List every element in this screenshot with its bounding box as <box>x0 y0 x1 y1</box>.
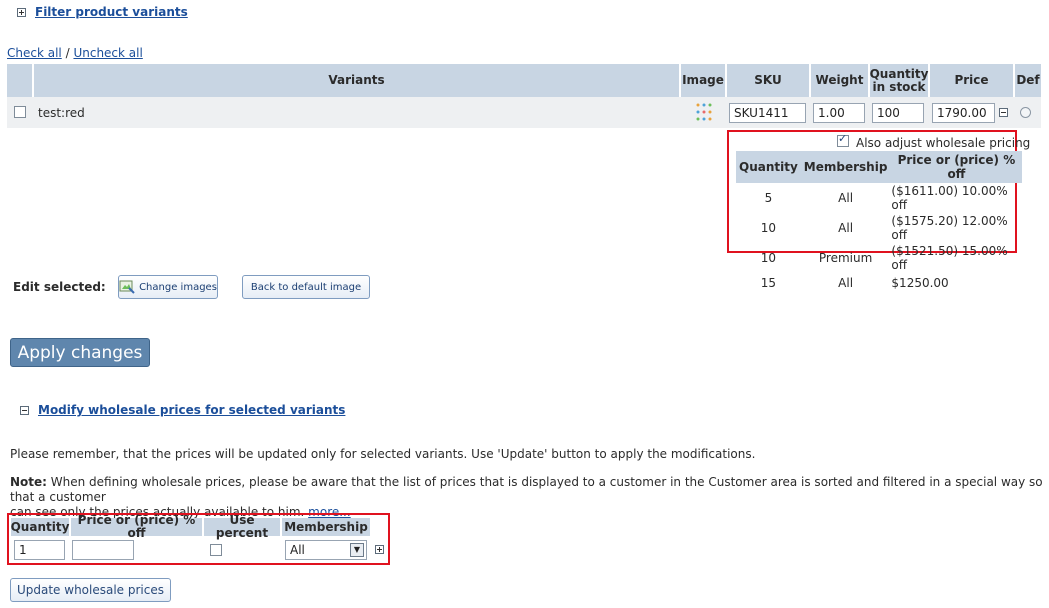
apply-changes-label: Apply changes <box>17 342 143 363</box>
apply-changes-button[interactable]: Apply changes <box>10 338 150 367</box>
update-wholesale-label: Update wholesale prices <box>16 583 164 597</box>
use-percent-header: Use percent <box>204 514 280 540</box>
sku-header: SKU <box>727 64 809 97</box>
image-edit-icon <box>119 280 135 294</box>
preview-price: ($1575.20) 12.00% off <box>891 214 1008 242</box>
product-thumbnail-icon[interactable] <box>692 101 716 125</box>
preview-price: $1250.00 <box>891 275 949 290</box>
separator: / <box>65 46 70 60</box>
preview-membership: All <box>838 191 854 205</box>
sku-input[interactable]: SKU1411 <box>729 103 806 123</box>
variant-name: test:red <box>38 106 85 120</box>
preview-qty: 15 <box>760 275 777 290</box>
preview-qty: 5 <box>764 191 773 205</box>
new-price-header: Price or (price) % off <box>71 514 202 540</box>
change-images-label: Change images <box>139 281 217 293</box>
table-row: 10 Premium ($1521.50) 15.00% off <box>736 243 1022 273</box>
table-row: 15 All $1250.00 <box>736 273 1022 292</box>
preview-membership: All <box>838 275 854 290</box>
quantity-header: Quantity in stock <box>870 64 928 97</box>
new-quantity-input[interactable]: 1 <box>14 540 65 560</box>
adjust-wholesale-checkbox[interactable] <box>837 132 849 147</box>
check-all-link[interactable]: Check all <box>7 46 62 60</box>
wholesale-preview-table: Quantity Membership Price or (price) % o… <box>736 151 1023 292</box>
weight-header: Weight <box>811 64 868 97</box>
back-to-default-label: Back to default image <box>250 281 362 293</box>
change-images-button[interactable]: Change images <box>118 275 218 299</box>
preview-qty: 10 <box>760 221 777 235</box>
weight-input[interactable]: 1.00 <box>813 103 865 123</box>
quantity-header-line1: Quantity <box>869 66 929 81</box>
filter-variants-link[interactable]: Filter product variants <box>35 5 188 19</box>
adjust-wholesale-label: Also adjust wholesale pricing <box>856 136 1031 150</box>
preview-qty: 10 <box>760 251 777 265</box>
reminder-text: Please remember, that the prices will be… <box>10 447 756 461</box>
preview-price-header: Price or (price) % off <box>890 151 1023 183</box>
edit-selected-label: Edit selected: <box>13 280 106 294</box>
select-column-header <box>7 64 32 97</box>
note-label: Note: <box>10 475 47 489</box>
preview-membership: All <box>838 221 854 235</box>
preview-quantity-header: Quantity <box>736 151 801 183</box>
chevron-down-icon[interactable]: ▼ <box>350 543 364 557</box>
membership-selected-value: All <box>290 543 305 557</box>
preview-price: ($1611.00) 10.00% off <box>891 184 1008 212</box>
modify-wholesale-link[interactable]: Modify wholesale prices for selected var… <box>38 403 345 417</box>
new-quantity-header: Quantity <box>11 518 69 536</box>
price-input[interactable]: 1790.00 <box>932 103 995 123</box>
back-to-default-button[interactable]: Back to default image <box>242 275 370 299</box>
variant-checkbox[interactable] <box>14 106 26 118</box>
use-percent-checkbox[interactable] <box>210 544 222 556</box>
image-header: Image <box>681 64 725 97</box>
membership-header: Membership <box>282 518 370 536</box>
collapse-icon[interactable] <box>20 406 29 415</box>
collapse-icon[interactable] <box>999 108 1008 117</box>
new-price-input[interactable] <box>72 540 134 560</box>
expand-icon[interactable] <box>17 8 26 17</box>
table-row: 5 All ($1611.00) 10.00% off <box>736 183 1022 213</box>
table-row: 10 All ($1575.20) 12.00% off <box>736 213 1022 243</box>
uncheck-all-link[interactable]: Uncheck all <box>73 46 142 60</box>
update-wholesale-button[interactable]: Update wholesale prices <box>10 578 171 602</box>
preview-price: ($1521.50) 15.00% off <box>891 244 1008 272</box>
price-header: Price <box>930 64 1013 97</box>
def-header: Def <box>1015 64 1041 97</box>
add-row-icon[interactable] <box>375 545 384 554</box>
preview-membership: Premium <box>818 251 873 265</box>
variants-header: Variants <box>34 64 679 97</box>
default-radio[interactable] <box>1020 107 1031 118</box>
quantity-header-line2: in stock <box>872 79 926 94</box>
membership-select[interactable]: All ▼ <box>285 540 367 560</box>
note-line1: When defining wholesale prices, please b… <box>10 475 1043 504</box>
preview-membership-header: Membership <box>800 151 891 183</box>
quantity-input[interactable]: 100 <box>872 103 924 123</box>
